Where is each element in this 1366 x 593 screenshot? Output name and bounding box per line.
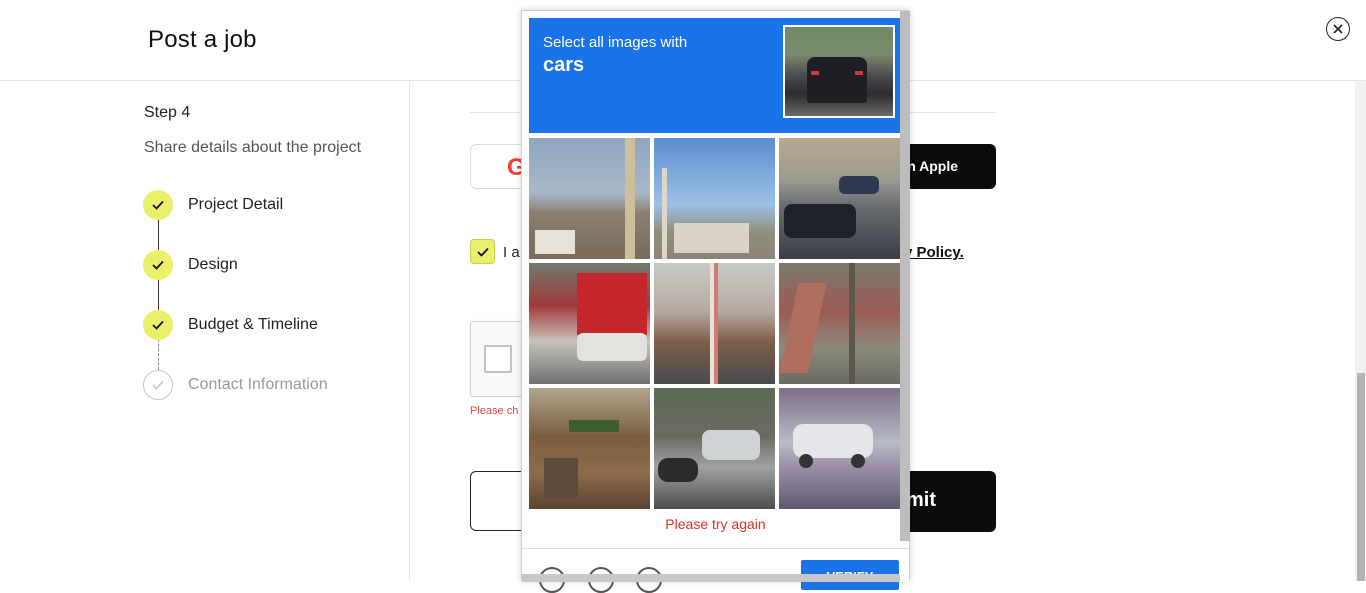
captcha-error-text: Please ch <box>470 405 519 417</box>
captcha-tile[interactable] <box>779 138 900 259</box>
step-connector <box>158 219 159 250</box>
check-icon <box>143 190 173 220</box>
submit-label: mit <box>906 489 936 511</box>
captcha-tile[interactable] <box>654 138 775 259</box>
step-description: Share details about the project <box>144 139 362 156</box>
captcha-tile[interactable] <box>529 388 650 509</box>
step-connector <box>158 279 159 310</box>
apple-signin-label: n Apple <box>907 158 958 174</box>
privacy-policy-link[interactable]: y Policy. <box>904 244 964 261</box>
step-label: Contact Information <box>188 376 328 393</box>
recaptcha-checkbox[interactable] <box>484 345 512 373</box>
check-icon <box>476 247 489 257</box>
terms-text: I a <box>503 244 520 261</box>
captcha-tile[interactable] <box>654 388 775 509</box>
captcha-sample-image <box>783 25 895 118</box>
tail-light <box>811 71 819 75</box>
captcha-target: cars <box>543 54 585 76</box>
captcha-instruction: Select all images with <box>543 34 688 51</box>
captcha-scrollbar-thumb[interactable] <box>900 11 910 541</box>
step-label: Project Detail <box>188 196 284 213</box>
step-label: Design <box>188 256 238 273</box>
captcha-tile-grid <box>529 138 900 510</box>
close-icon <box>1333 24 1343 34</box>
captcha-header: Select all images with cars <box>529 18 900 133</box>
captcha-tile[interactable] <box>654 263 775 384</box>
captcha-tile[interactable] <box>529 263 650 384</box>
page-scrollbar-thumb[interactable] <box>1357 373 1365 581</box>
captcha-tile[interactable] <box>779 388 900 509</box>
step-connector-pending <box>158 339 159 370</box>
check-icon <box>143 370 173 400</box>
close-button[interactable] <box>1326 17 1350 41</box>
tail-light <box>855 71 863 75</box>
captcha-error-message: Please try again <box>665 516 766 532</box>
terms-checkbox[interactable] <box>470 239 495 264</box>
captcha-tile[interactable] <box>779 263 900 384</box>
check-icon <box>143 310 173 340</box>
page-title: Post a job <box>148 26 257 53</box>
car-image <box>807 57 867 103</box>
check-icon <box>143 250 173 280</box>
step-number: Step 4 <box>144 104 191 121</box>
captcha-challenge-popup: Select all images with cars Please try a… <box>521 10 910 593</box>
step-label: Budget & Timeline <box>188 316 318 333</box>
captcha-tile[interactable] <box>529 138 650 259</box>
